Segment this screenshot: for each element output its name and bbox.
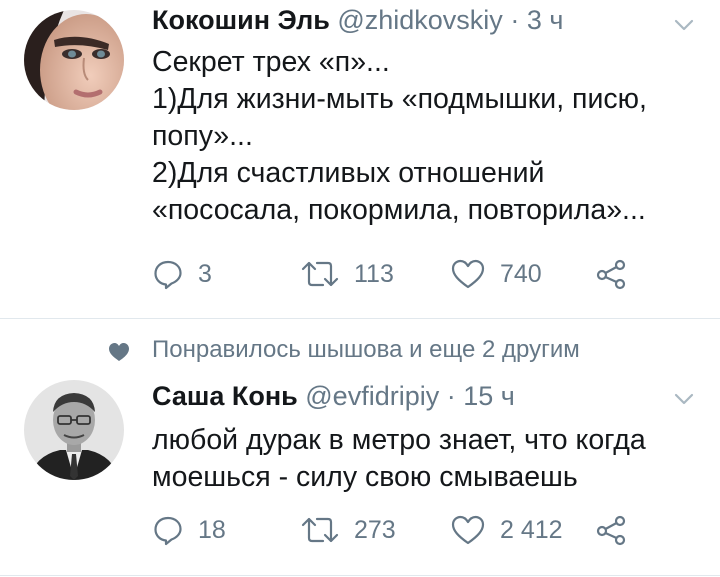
avatar[interactable] xyxy=(24,10,124,110)
reply-icon xyxy=(154,516,182,546)
tweet-text-line: Секрет трех «п»... xyxy=(152,46,390,78)
tweet-text-line: попу»... xyxy=(152,120,253,152)
tweet-text: любой дурак в метро знает, что когда мое… xyxy=(152,422,646,496)
share-button[interactable] xyxy=(594,254,628,294)
retweet-icon xyxy=(301,261,339,287)
heart-icon xyxy=(451,259,485,289)
like-button[interactable]: 2 412 xyxy=(450,510,563,550)
reply-button[interactable]: 3 xyxy=(152,254,212,294)
share-button[interactable] xyxy=(594,510,628,550)
like-count: 2 412 xyxy=(500,515,563,544)
separator-dot: · xyxy=(446,381,456,411)
tweet-text-line: 2)Для счастливых отношений xyxy=(152,157,545,189)
tweet-divider xyxy=(0,575,720,576)
timestamp[interactable]: 3 ч xyxy=(527,5,564,35)
timestamp[interactable]: 15 ч xyxy=(463,381,515,411)
tweet-actions: 3 113 740 xyxy=(152,254,652,294)
display-name[interactable]: Кокошин Эль xyxy=(152,5,330,35)
user-handle[interactable]: @zhidkovskiy xyxy=(337,5,502,35)
share-icon xyxy=(596,515,626,546)
like-button[interactable]: 740 xyxy=(450,254,542,294)
heart-icon xyxy=(451,515,485,545)
tweet-text-line: 1)Для жизни-мыть «подмышки, писю, xyxy=(152,83,647,115)
reply-count: 18 xyxy=(198,515,226,544)
social-context-text: Понравилось шышова и еще 2 другим xyxy=(152,336,580,363)
retweet-count: 113 xyxy=(354,259,394,288)
avatar[interactable] xyxy=(24,380,124,480)
reply-button[interactable]: 18 xyxy=(152,510,226,550)
retweet-count: 273 xyxy=(354,515,396,544)
reply-icon xyxy=(154,260,182,290)
share-icon xyxy=(596,259,626,290)
tweet-text: Секрет трех «п»... 1)Для жизни-мыть «под… xyxy=(152,44,647,229)
tweet-actions: 18 273 2 412 xyxy=(152,510,652,550)
retweet-icon xyxy=(301,517,339,543)
tweet[interactable]: Кокошин Эль @zhidkovskiy · 3 ч Секрет тр… xyxy=(0,0,720,318)
tweet-text-line: любой дурак в метро знает, что когда xyxy=(152,424,646,456)
tweet-divider xyxy=(0,318,720,319)
tweet-header: Саша Конь @evfidripiy · 15 ч xyxy=(152,380,515,412)
heart-icon xyxy=(109,343,129,361)
like-count: 740 xyxy=(500,259,542,288)
tweet-header: Кокошин Эль @zhidkovskiy · 3 ч xyxy=(152,4,563,36)
social-context[interactable]: Понравилось шышова и еще 2 другим xyxy=(0,334,720,370)
user-handle[interactable]: @evfidripiy xyxy=(305,381,439,411)
retweet-button[interactable]: 273 xyxy=(300,510,396,550)
chevron-down-icon[interactable] xyxy=(671,12,697,38)
tweet[interactable]: Саша Конь @evfidripiy · 15 ч любой дурак… xyxy=(0,370,720,575)
chevron-down-icon[interactable] xyxy=(671,386,697,412)
reply-count: 3 xyxy=(198,259,212,288)
tweet-text-line: моешься - силу свою смываешь xyxy=(152,461,578,493)
retweet-button[interactable]: 113 xyxy=(300,254,394,294)
separator-dot: · xyxy=(510,5,520,35)
display-name[interactable]: Саша Конь xyxy=(152,381,298,411)
tweet-text-line: «пососала, покормила, повторила»... xyxy=(152,194,646,226)
